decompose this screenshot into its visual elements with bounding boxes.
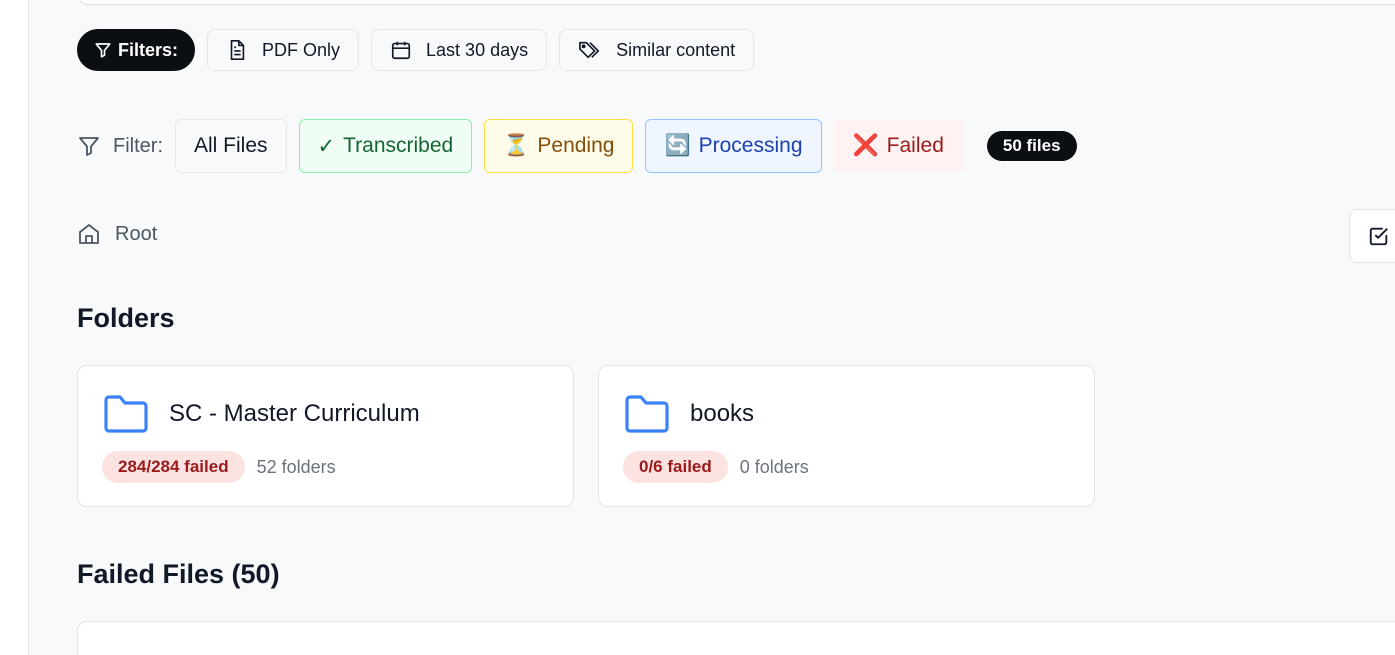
calendar-icon [391,41,411,60]
folders-section-title: Folders [77,303,175,333]
file-text-icon [230,40,245,60]
checkbox-icon [1369,227,1388,246]
failed-files-section-title: Failed Files (50) [77,559,280,589]
all-files-label: All Files [194,134,268,157]
filter-icon [79,137,99,156]
similar-content-filter-button[interactable]: Similar content [559,29,755,71]
last-30-days-filter-button[interactable]: Last 30 days [371,29,548,71]
folder-icon [104,395,148,433]
home-icon [79,224,99,244]
folder-name-row: SC - Master Curriculum [103,394,420,434]
search-box[interactable] [78,0,1395,5]
failed-status-badge: 284/284 failed [102,451,245,483]
folder-meta: 284/284 failed 52 folders [102,451,336,483]
filters-toggle-label: Filters: [118,39,179,60]
left-rail [0,0,29,655]
tags-icon [579,41,600,59]
breadcrumb: Root [77,222,157,246]
status-filter-transcribed[interactable]: ✓ Transcribed [298,119,473,173]
folder-name-row: books [624,394,754,434]
failed-status-badge: 0/6 failed [623,451,728,483]
file-count-badge: 50 files [986,131,1077,161]
status-filter-label: Filter: [77,134,163,158]
status-filter-pending[interactable]: ⏳ Pending [484,119,634,173]
refresh-icon: 🔄 [664,134,691,157]
failed-files-panel [77,621,1395,655]
status-filter-failed[interactable]: ❌ Failed [833,119,963,173]
folder-name: books [690,400,755,427]
last-30-days-label: Last 30 days [426,39,529,60]
folder-meta: 0/6 failed 0 folders [623,451,809,483]
filter-icon [95,43,111,58]
status-filter-processing[interactable]: 🔄 Processing [645,119,822,173]
transcribed-label: Transcribed [343,134,454,157]
breadcrumb-root[interactable]: Root [115,223,157,246]
check-icon: ✓ [317,134,336,158]
select-mode-button[interactable] [1349,209,1395,263]
folder-card[interactable]: SC - Master Curriculum 284/284 failed 52… [77,365,574,507]
folder-icon [625,395,669,433]
status-filter-label-text: Filter: [113,134,163,157]
pdf-only-filter-button[interactable]: PDF Only [207,29,360,71]
page: Filters: PDF Only Last 30 days Similar c… [0,0,1395,655]
status-filter-bar: Filter: All Files ✓ Transcribed ⏳ Pendin… [77,119,1077,173]
status-filter-all-files[interactable]: All Files [175,119,287,173]
subfolder-count: 52 folders [256,456,336,477]
folder-card[interactable]: books 0/6 failed 0 folders [598,365,1095,507]
similar-content-label: Similar content [616,39,736,60]
filters-toggle-button[interactable]: Filters: [77,29,196,71]
cross-mark-icon: ❌ [852,134,879,157]
pending-label: Pending [537,134,615,157]
hourglass-icon: ⏳ [503,134,530,157]
quick-filters: Filters: PDF Only Last 30 days Similar c… [77,29,755,71]
folder-name: SC - Master Curriculum [169,400,420,427]
failed-label: Failed [886,134,944,157]
subfolder-count: 0 folders [739,456,809,477]
processing-label: Processing [698,134,803,157]
pdf-only-label: PDF Only [262,39,341,60]
